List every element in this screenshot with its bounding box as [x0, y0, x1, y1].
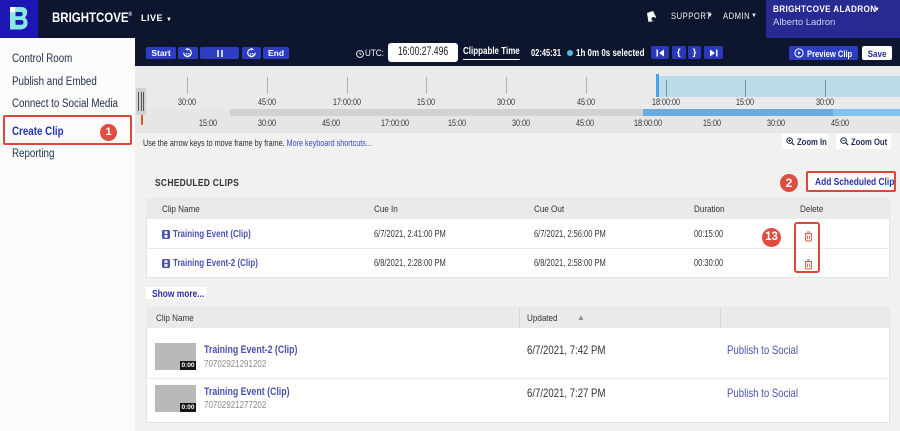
svg-text:15: 15 — [185, 52, 190, 57]
svg-text:15: 15 — [249, 52, 254, 57]
